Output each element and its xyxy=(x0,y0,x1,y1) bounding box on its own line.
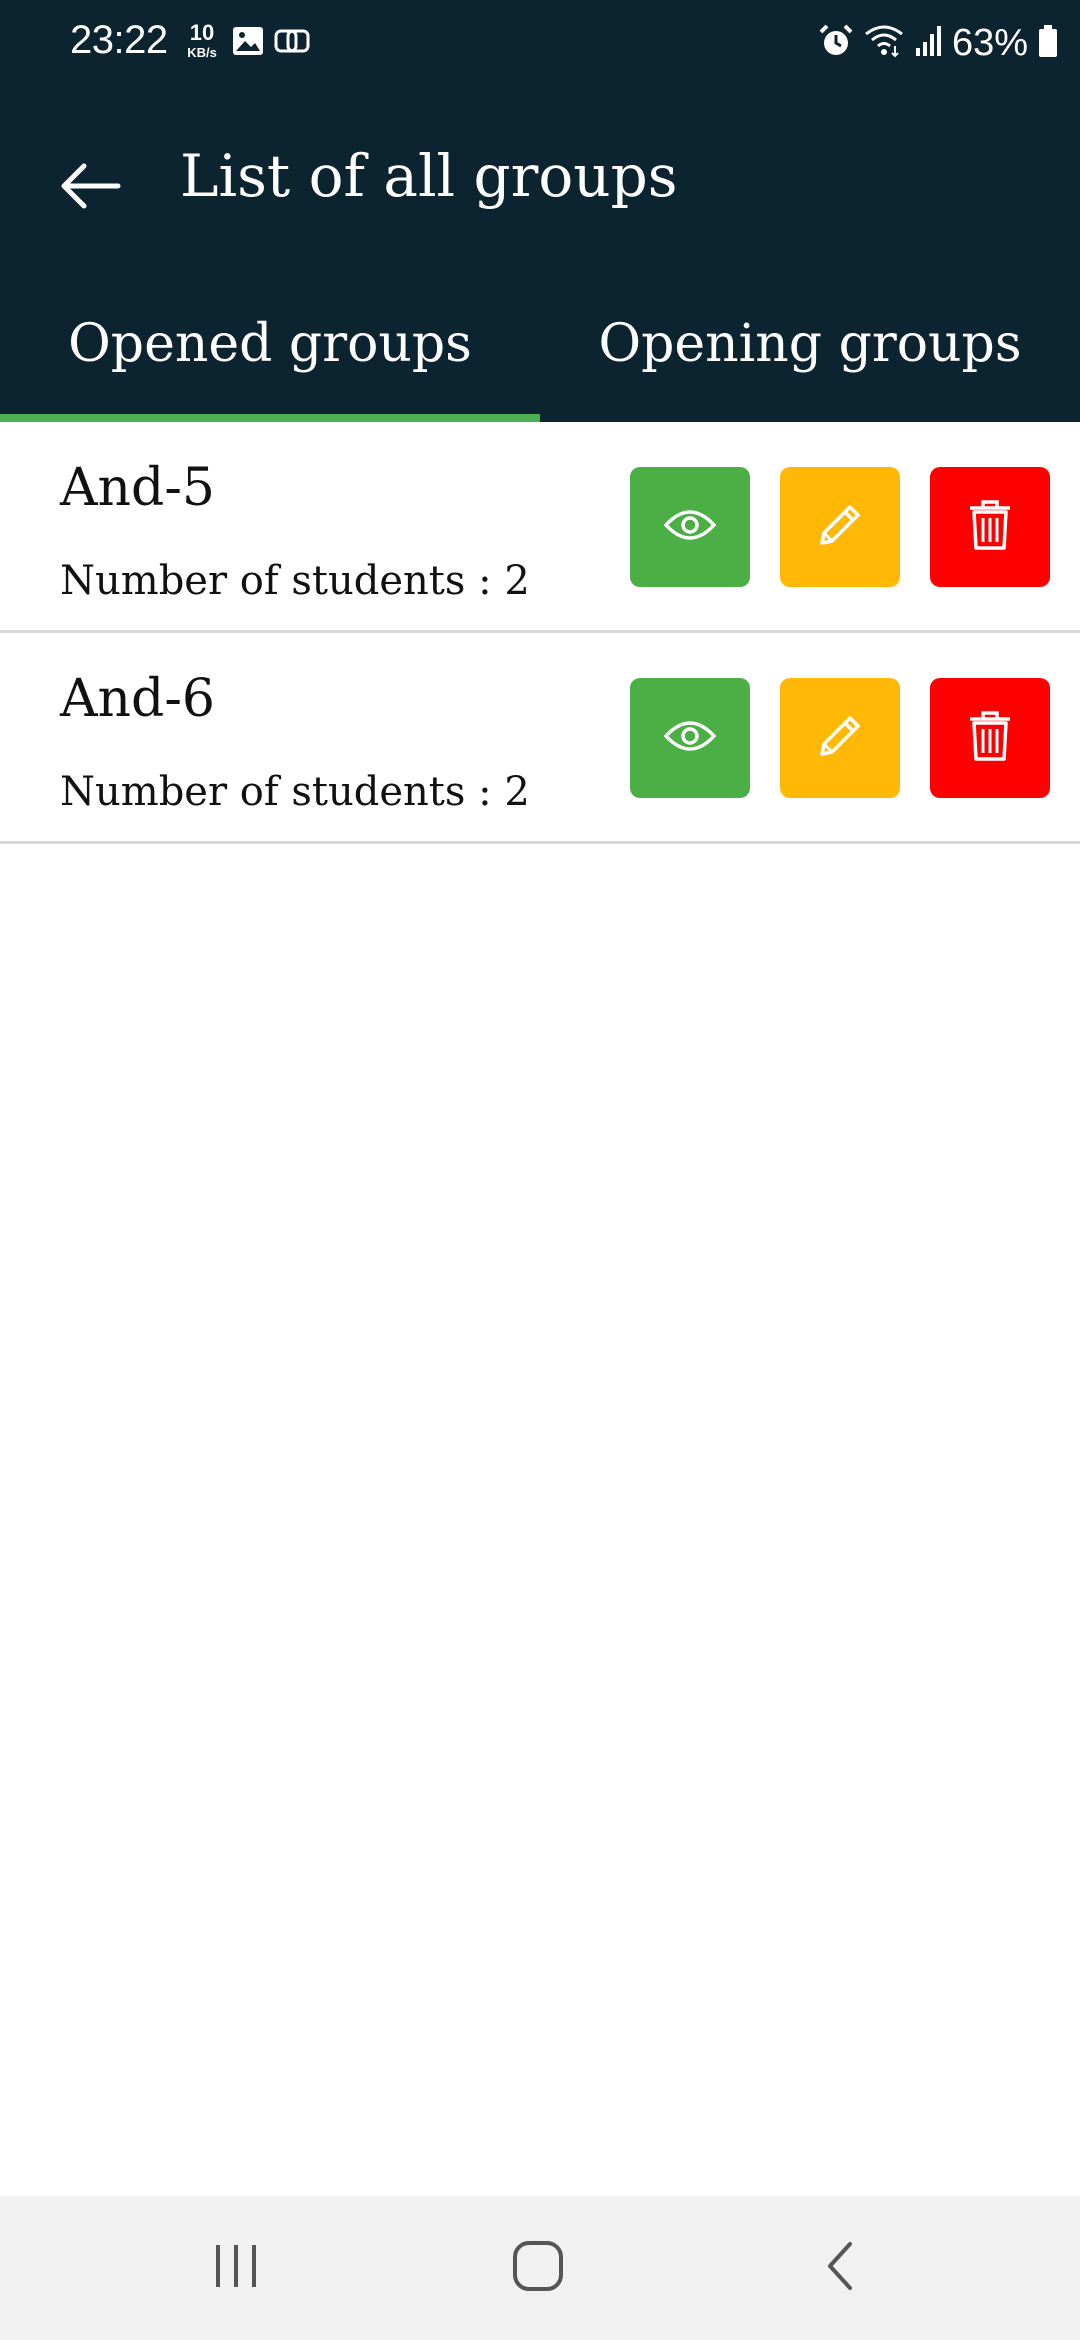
status-right-group: 63% xyxy=(818,16,1058,70)
network-speed: 10 KB/s xyxy=(180,20,224,60)
home-icon xyxy=(512,2240,564,2297)
page-title: List of all groups xyxy=(180,142,678,210)
trash-icon xyxy=(968,709,1012,768)
delete-group-button[interactable] xyxy=(930,678,1050,798)
tab-indicator xyxy=(0,414,540,422)
edit-group-button[interactable] xyxy=(780,467,900,587)
view-group-button[interactable] xyxy=(630,467,750,587)
home-button[interactable] xyxy=(478,2226,598,2310)
network-speed-unit: KB/s xyxy=(187,45,217,60)
eye-icon xyxy=(662,716,718,761)
group-name: And-6 xyxy=(60,669,215,729)
edit-group-button[interactable] xyxy=(780,678,900,798)
trash-icon xyxy=(968,498,1012,557)
arrow-left-icon xyxy=(58,162,122,215)
group-name: And-5 xyxy=(60,458,215,518)
pencil-icon xyxy=(814,710,866,767)
battery-percent: 63% xyxy=(951,21,1028,64)
group-student-count: Number of students : 2 xyxy=(60,558,530,604)
recents-button[interactable] xyxy=(176,2226,296,2310)
group-student-count: Number of students : 2 xyxy=(60,769,530,815)
status-bar: 23:22 10 KB/s 63% xyxy=(0,0,1080,86)
tab-opened-groups[interactable]: Opened groups xyxy=(0,286,540,422)
network-speed-value: 10 xyxy=(189,20,215,45)
pencil-icon xyxy=(814,499,866,556)
wifi-icon xyxy=(864,24,904,63)
tab-label: Opening groups xyxy=(598,314,1022,374)
nav-back-button[interactable] xyxy=(780,2226,900,2310)
list-item[interactable]: And-6 Number of students : 2 xyxy=(0,633,1080,844)
alarm-icon xyxy=(818,23,854,64)
tab-bar: Opened groups Opening groups xyxy=(0,286,1080,422)
tab-label: Opened groups xyxy=(68,314,472,374)
status-time: 23:22 xyxy=(70,18,168,62)
group-list: And-5 Number of students : 2 And-6 Numbe… xyxy=(0,422,1080,844)
signal-icon xyxy=(914,24,942,63)
back-button[interactable] xyxy=(40,138,140,238)
eye-icon xyxy=(662,505,718,550)
app-bar: List of all groups Opened groups Opening… xyxy=(0,86,1080,422)
link-icon xyxy=(274,26,312,61)
back-chevron-icon xyxy=(824,2240,856,2297)
delete-group-button[interactable] xyxy=(930,467,1050,587)
tab-opening-groups[interactable]: Opening groups xyxy=(540,286,1080,422)
system-nav-bar xyxy=(0,2196,1080,2340)
view-group-button[interactable] xyxy=(630,678,750,798)
list-item[interactable]: And-5 Number of students : 2 xyxy=(0,422,1080,633)
recents-icon xyxy=(212,2242,260,2295)
image-icon xyxy=(232,26,264,61)
battery-icon xyxy=(1038,24,1058,63)
